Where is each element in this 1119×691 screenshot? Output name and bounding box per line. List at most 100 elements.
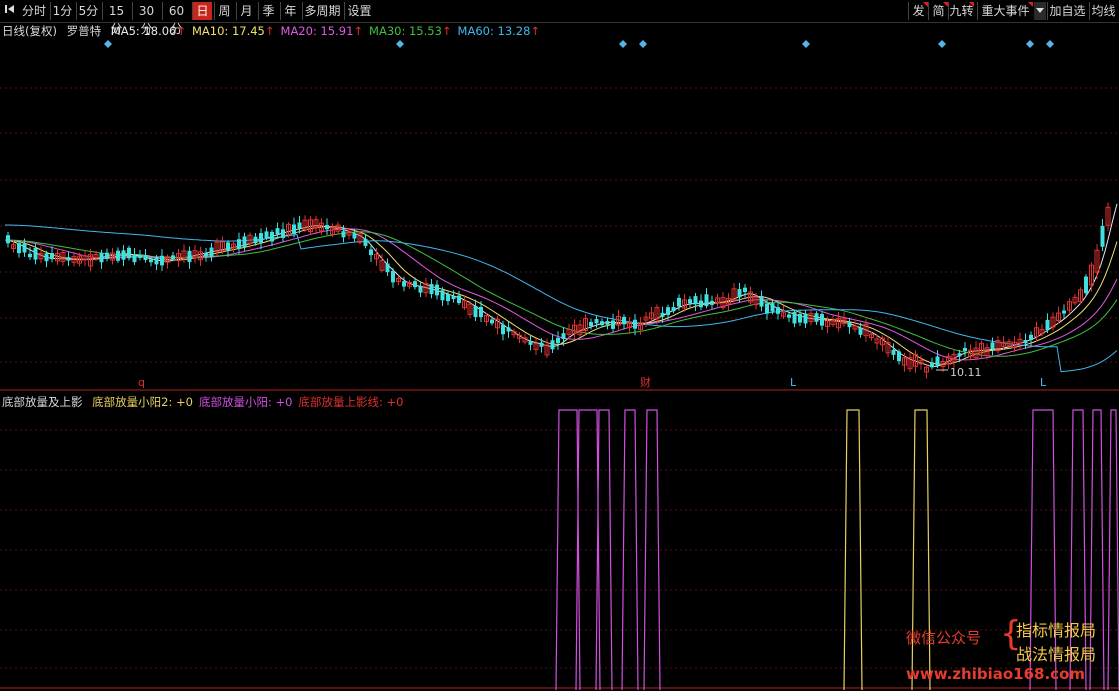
candle-body-down bbox=[891, 349, 896, 355]
candle-body-down bbox=[957, 353, 962, 357]
candle-body-down bbox=[385, 263, 390, 273]
candle-body-down bbox=[600, 321, 604, 326]
candle-body-down bbox=[341, 231, 346, 238]
candle-body-down bbox=[435, 284, 439, 296]
candle-body-down bbox=[270, 231, 274, 242]
candle-body-down bbox=[44, 253, 49, 262]
watermark-line1: 指标情报局 bbox=[1016, 621, 1097, 640]
candle-body-down bbox=[688, 299, 692, 304]
candle-body-down bbox=[704, 294, 709, 307]
candle-body-down bbox=[209, 247, 214, 258]
diamond-marker-5 bbox=[938, 40, 946, 48]
diamond-marker-6 bbox=[1026, 40, 1034, 48]
candle-body-down bbox=[479, 306, 483, 318]
diamond-marker-1 bbox=[396, 40, 404, 48]
watermark-url: www.zhibiao168.com bbox=[906, 665, 1086, 683]
candle-body-down bbox=[699, 300, 703, 308]
candle-body-down bbox=[963, 347, 967, 352]
candle-body-down bbox=[930, 362, 934, 368]
candle-body-down bbox=[149, 259, 153, 263]
candle-body-down bbox=[803, 313, 808, 324]
candle-body-down bbox=[506, 327, 511, 332]
watermark-wechat: 微信公众号 bbox=[906, 629, 982, 647]
diamond-marker-4 bbox=[802, 40, 810, 48]
candle-body-down bbox=[710, 300, 714, 305]
candle-body-down bbox=[501, 324, 505, 335]
candle-body-down bbox=[143, 254, 148, 261]
candle-body-down bbox=[187, 250, 192, 263]
ma-line-2 bbox=[4, 228, 1118, 361]
low-price-label: 10.11 bbox=[950, 366, 982, 379]
candle-body-down bbox=[418, 286, 423, 293]
ma-line-4 bbox=[5, 224, 1118, 373]
candle-body-down bbox=[242, 236, 247, 247]
bottom-event-label-1: 财 bbox=[640, 375, 651, 389]
candle-body-down bbox=[787, 314, 791, 318]
candle-body-down bbox=[99, 253, 104, 263]
candle-body-down bbox=[561, 333, 566, 340]
candle-body-down bbox=[369, 249, 373, 256]
candle-body-down bbox=[325, 224, 329, 230]
indicator-legend: 底部放量及上影 底部放量小阳2: +0 底部放量小阳: +0 底部放量上影线: +0 bbox=[2, 394, 415, 410]
candle-body-down bbox=[693, 296, 698, 305]
candle-body-down bbox=[605, 320, 610, 325]
candle-body-down bbox=[770, 303, 775, 312]
indicator-legend-item-0: 底部放量小阳2: +0 bbox=[92, 395, 193, 409]
candle-body-down bbox=[402, 281, 406, 287]
candle-body-down bbox=[451, 296, 456, 300]
candle-body-down bbox=[440, 290, 445, 301]
candle-body-down bbox=[765, 303, 769, 314]
candle-body-down bbox=[666, 307, 670, 315]
candle-body-down bbox=[297, 222, 302, 229]
candle-body-down bbox=[1045, 319, 1050, 331]
candle-body-down bbox=[259, 233, 263, 243]
candle-body-down bbox=[858, 327, 863, 335]
diamond-marker-0 bbox=[104, 40, 112, 48]
candle-body-down bbox=[22, 243, 27, 253]
candle-body-down bbox=[1023, 340, 1028, 344]
candle-body-down bbox=[990, 342, 995, 350]
candle-body-down bbox=[264, 231, 269, 239]
candle-body-down bbox=[611, 320, 615, 329]
candle-body-down bbox=[1062, 310, 1066, 314]
candle-body-down bbox=[391, 270, 395, 283]
candle-body-down bbox=[275, 228, 280, 235]
candle-body-down bbox=[660, 312, 665, 317]
watermark-line2: 战法情报局 bbox=[1016, 645, 1097, 664]
candle-body-down bbox=[6, 235, 10, 244]
price-chart[interactable]: 10.11 q 财 L L bbox=[0, 0, 1119, 691]
candle-body-down bbox=[457, 295, 461, 304]
candle-body-down bbox=[105, 252, 109, 259]
diamond-marker-7 bbox=[1046, 40, 1054, 48]
candle-body-down bbox=[622, 316, 626, 325]
candle-body-down bbox=[897, 351, 901, 362]
candle-body-down bbox=[556, 337, 560, 344]
candle-body-down bbox=[204, 252, 208, 257]
indicator-title: 底部放量及上影 bbox=[2, 395, 83, 409]
candle-body-down bbox=[50, 253, 54, 260]
candle-body-down bbox=[446, 294, 450, 302]
diamond-marker-2 bbox=[619, 40, 627, 48]
candle-body-down bbox=[28, 253, 32, 258]
candle-body-down bbox=[292, 224, 296, 235]
candle-body-down bbox=[352, 233, 357, 239]
candle-body-down bbox=[121, 250, 126, 260]
candle-body-down bbox=[814, 313, 819, 322]
bottom-event-label-0: q bbox=[138, 376, 145, 389]
candle-body-down bbox=[1100, 225, 1105, 247]
candle-body-down bbox=[66, 257, 71, 261]
candle-body-down bbox=[413, 281, 417, 288]
candle-body-down bbox=[116, 250, 120, 261]
indicator-legend-item-1: 底部放量小阳: +0 bbox=[198, 395, 293, 409]
candle-body-down bbox=[935, 356, 940, 366]
candle-body-down bbox=[132, 254, 137, 263]
candle-body-down bbox=[594, 319, 599, 324]
candle-body-down bbox=[226, 242, 230, 251]
candle-body-down bbox=[743, 287, 747, 293]
candle-body-down bbox=[237, 239, 241, 249]
candle-body-down bbox=[792, 311, 797, 324]
candle-body-down bbox=[1029, 334, 1033, 341]
candle-body-down bbox=[33, 248, 38, 260]
candle-body-down bbox=[473, 305, 478, 318]
candle-body-down bbox=[820, 314, 824, 326]
